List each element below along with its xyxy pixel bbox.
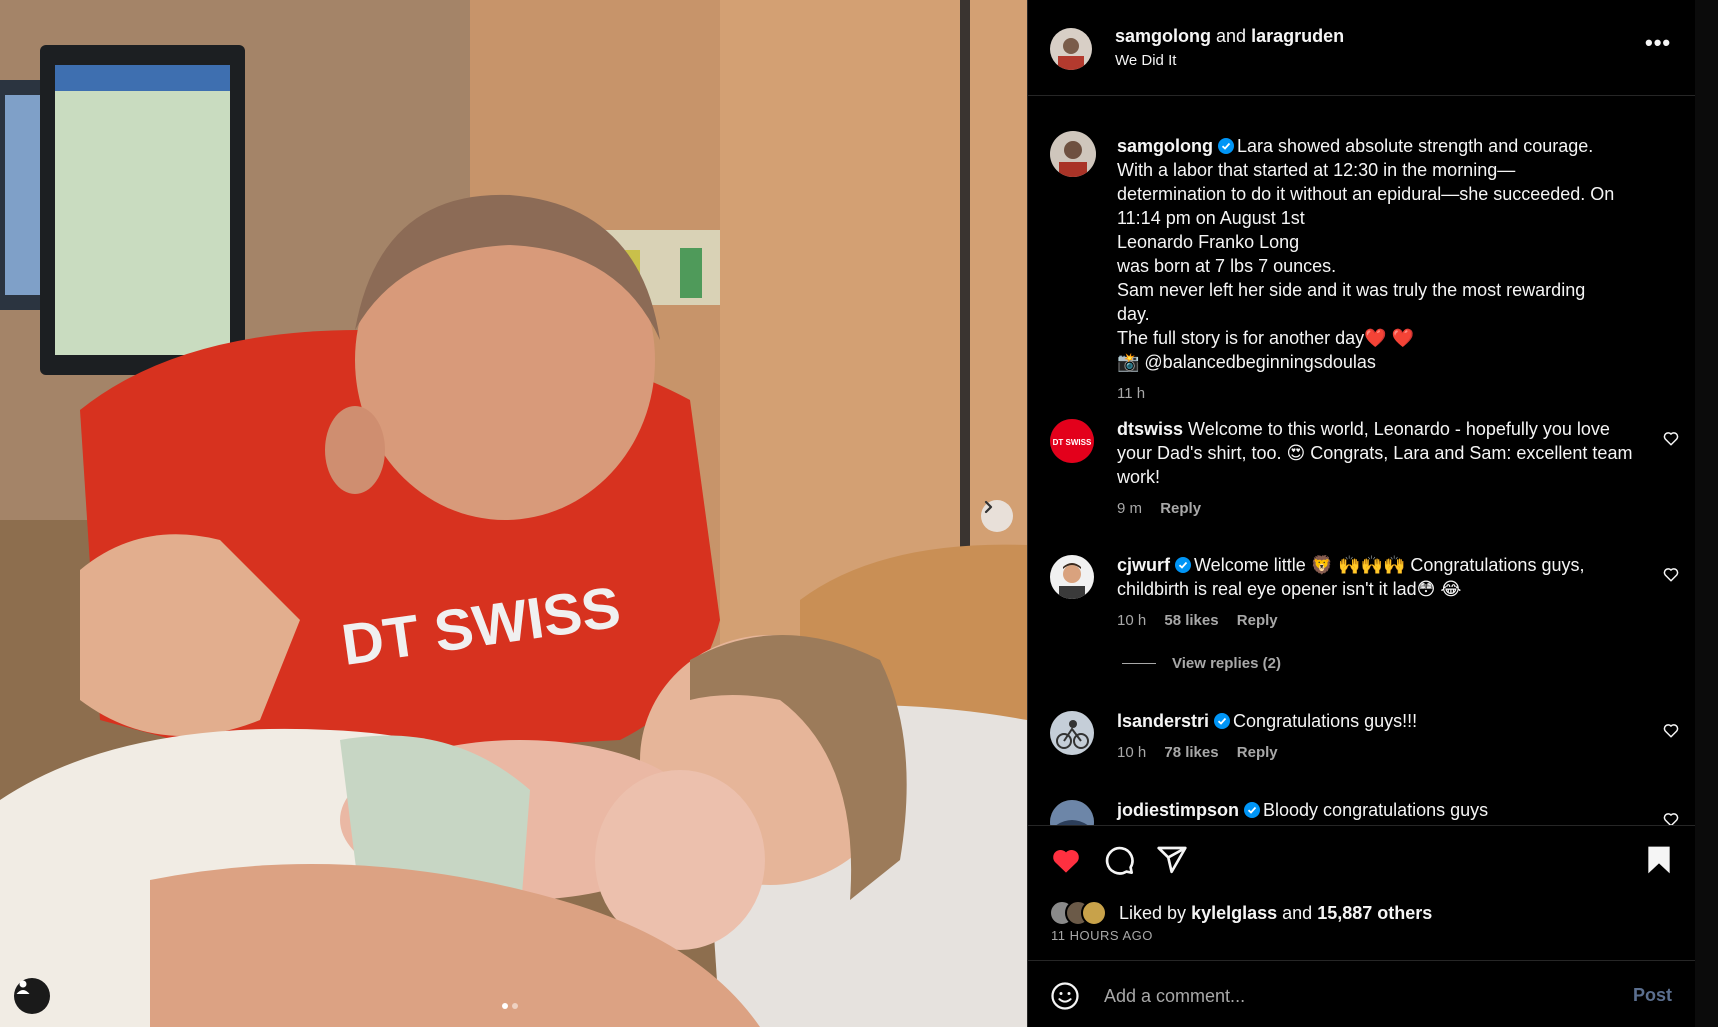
coauthor-username[interactable]: laragruden — [1251, 26, 1344, 46]
caption-line: With a labor that started at 12:30 in th… — [1117, 160, 1516, 180]
caption-line: 11:14 pm on August 1st — [1117, 208, 1305, 228]
comment-time[interactable]: 10 h — [1117, 744, 1146, 761]
verified-icon — [1244, 802, 1261, 818]
comment-text: Bloody congratulations guys — [1263, 800, 1489, 820]
heart-icon[interactable] — [1049, 844, 1083, 876]
comment-likes[interactable]: 58 likes — [1164, 612, 1218, 629]
comment-icon[interactable] — [1103, 844, 1135, 876]
liker-avatars — [1049, 900, 1109, 926]
comment-meta: 9 m Reply — [1117, 497, 1637, 521]
comments-list[interactable]: samgolong Lara showed absolute strength a… — [1028, 97, 1696, 825]
caption-line: was born at 7 lbs 7 ounces. — [1117, 256, 1337, 276]
likes-joiner: and — [1282, 902, 1313, 923]
view-replies-label: View replies (2) — [1172, 655, 1281, 672]
verified-icon — [1218, 138, 1235, 154]
post-header: samgolong and laragruden We Did It ••• — [1028, 0, 1696, 96]
chevron-right-icon — [984, 500, 993, 514]
comment-likes[interactable]: 78 likes — [1164, 744, 1218, 761]
commenter-avatar[interactable] — [1050, 555, 1094, 599]
comment-meta: 10 h 58 likes Reply — [1117, 609, 1637, 633]
bookmark-icon[interactable] — [1645, 844, 1673, 876]
comment-username[interactable]: dtswiss — [1117, 419, 1183, 439]
caption-line: The full story is for another day❤️ ❤️ — [1117, 328, 1414, 348]
comment-body: dtswiss Welcome to this world, Leonardo … — [1117, 417, 1637, 521]
carousel-dot — [512, 1003, 518, 1009]
commenter-avatar[interactable] — [1050, 711, 1094, 755]
post-side-panel: samgolong and laragruden We Did It ••• s… — [1027, 0, 1696, 1027]
commenter-avatar[interactable]: DT SWISS — [1050, 419, 1094, 463]
likes-others[interactable]: 15,887 others — [1317, 903, 1432, 924]
post-actions: Liked by kylelglass and 15,887 others 11… — [1028, 825, 1696, 960]
author-avatar[interactable] — [1050, 28, 1092, 70]
carousel-indicator — [502, 1003, 518, 1009]
caption-line: Lara showed absolute strength and courag… — [1237, 136, 1594, 156]
comment-text: Welcome to this world, Leonardo - hopefu… — [1117, 419, 1633, 487]
verified-icon — [1214, 713, 1231, 729]
dtswiss-logo-text: DT SWISS — [1053, 438, 1092, 447]
user-tag-icon — [16, 980, 30, 994]
liker-username[interactable]: kylelglass — [1191, 903, 1277, 924]
emoji-icon[interactable] — [1050, 981, 1080, 1011]
caption-time[interactable]: 11 h — [1117, 385, 1145, 402]
caption-meta: 11 h — [1117, 382, 1667, 406]
reply-button[interactable]: Reply — [1237, 612, 1278, 629]
caption-line: Leonardo Franko Long — [1117, 232, 1300, 252]
view-replies-line — [1122, 663, 1156, 664]
carousel-dot-active — [502, 1003, 508, 1009]
post-photo[interactable]: DT SWISS — [0, 0, 1027, 1027]
comment-meta: 10 h 78 likes Reply — [1117, 741, 1637, 765]
more-icon[interactable]: ••• — [1645, 30, 1671, 56]
comment-username[interactable]: lsanderstri — [1117, 711, 1209, 731]
reply-button[interactable]: Reply — [1237, 744, 1278, 761]
tagged-users-button[interactable] — [14, 978, 50, 1014]
comment-time[interactable]: 10 h — [1117, 612, 1146, 629]
caption-username[interactable]: samgolong — [1117, 136, 1213, 156]
share-icon[interactable] — [1156, 844, 1188, 876]
caption-line: day. — [1117, 304, 1150, 324]
commenter-avatar[interactable] — [1050, 800, 1094, 825]
caption-line: Sam never left her side and it was truly… — [1117, 280, 1586, 300]
comment-username[interactable]: cjwurf — [1117, 555, 1170, 575]
caption-avatar[interactable] — [1050, 131, 1096, 177]
comment-input[interactable] — [1104, 981, 1574, 1011]
caption-line: determination to do it without an epidur… — [1117, 184, 1615, 204]
likes-summary[interactable]: Liked by kylelglass and 15,887 others — [1049, 900, 1432, 926]
heart-icon[interactable] — [1662, 810, 1680, 825]
post-comment-button[interactable]: Post — [1633, 985, 1672, 1006]
comment-body: jodiestimpson Bloody congratulations guys — [1117, 798, 1637, 822]
photo-illustration: DT SWISS — [0, 0, 1027, 1027]
authors-joiner: and — [1216, 26, 1247, 46]
next-photo-button[interactable] — [981, 500, 1013, 532]
view-replies-button[interactable]: View replies (2) — [1122, 655, 1281, 672]
comment-text: Congratulations guys!!! — [1233, 711, 1418, 731]
caption-mention[interactable]: 📸 @balancedbeginningsdoulas — [1117, 352, 1376, 372]
verified-icon — [1175, 557, 1192, 573]
caption-body: samgolong Lara showed absolute strength a… — [1117, 134, 1667, 406]
page-gutter — [1695, 0, 1718, 1027]
heart-icon[interactable] — [1662, 429, 1680, 447]
comment-body: cjwurf Welcome little 🦁 🙌🙌🙌 Congratulatio… — [1117, 553, 1637, 633]
post-authors: samgolong and laragruden — [1115, 26, 1344, 47]
likes-prefix: Liked by — [1119, 902, 1187, 923]
comment-username[interactable]: jodiestimpson — [1117, 800, 1239, 820]
post-subtitle[interactable]: We Did It — [1115, 52, 1176, 69]
liker-avatar — [1081, 900, 1107, 926]
add-comment-bar: Post — [1028, 960, 1696, 1027]
reply-button[interactable]: Reply — [1160, 500, 1201, 517]
post-timestamp[interactable]: 11 HOURS AGO — [1051, 928, 1153, 943]
heart-icon[interactable] — [1662, 721, 1680, 739]
comment-body: lsanderstri Congratulations guys!!! 10 h … — [1117, 709, 1637, 765]
comment-time[interactable]: 9 m — [1117, 500, 1142, 517]
heart-icon[interactable] — [1662, 565, 1680, 583]
author-username[interactable]: samgolong — [1115, 26, 1211, 46]
